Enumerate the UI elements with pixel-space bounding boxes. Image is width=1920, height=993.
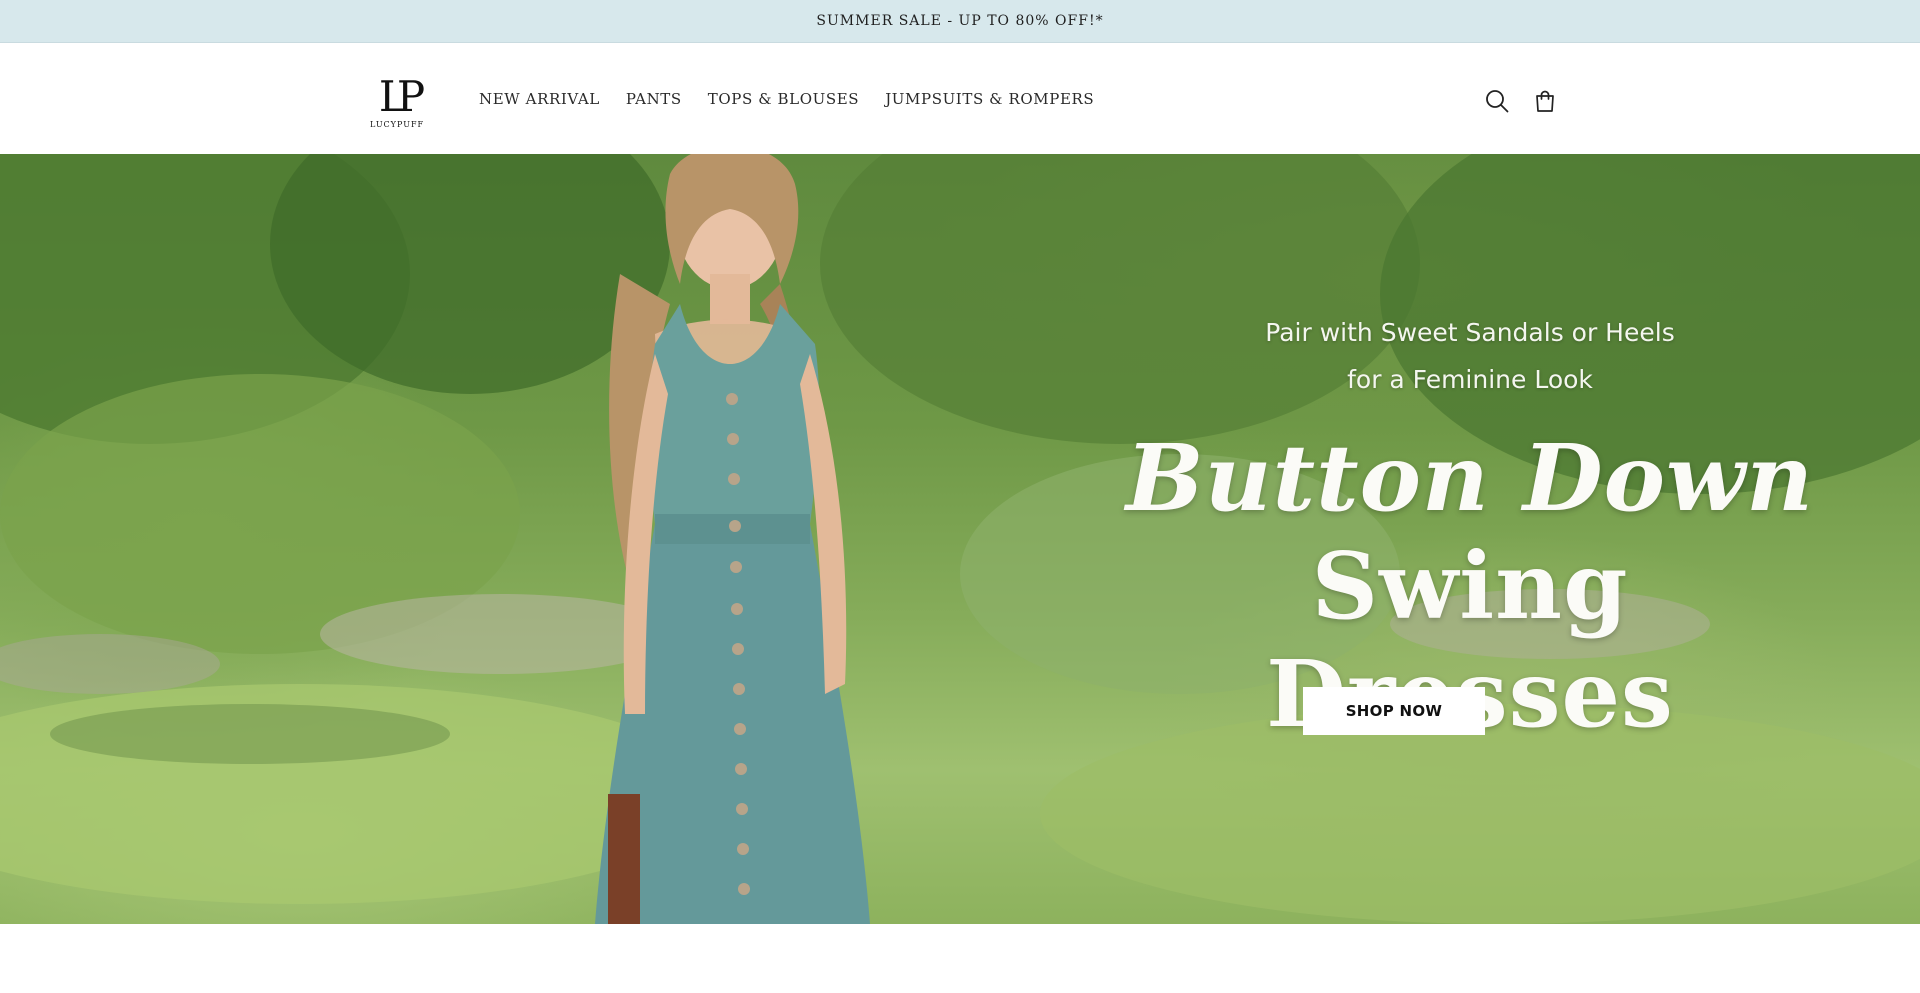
- search-icon: [1486, 90, 1509, 113]
- logo-name: LUCYPUFF: [369, 120, 425, 129]
- hero-title-line1: Button Down: [1125, 424, 1815, 532]
- nav-jumpsuits-rompers[interactable]: JUMPSUITS & ROMPERS: [885, 87, 1094, 111]
- search-button[interactable]: [1483, 87, 1511, 115]
- model-figure: [595, 154, 870, 924]
- announcement-text: SUMMER SALE - UP TO 80% OFF!*: [816, 13, 1104, 29]
- hero-banner[interactable]: Pair with Sweet Sandals or Heels for a F…: [0, 154, 1920, 924]
- nav-new-arrival[interactable]: NEW ARRIVAL: [479, 87, 600, 111]
- logo-mark: LP: [378, 72, 425, 121]
- shop-now-button[interactable]: SHOP NOW: [1303, 687, 1485, 735]
- site-header: LP LUCYPUFF NEW ARRIVAL PANTS TOPS & BLO…: [0, 43, 1920, 154]
- announcement-bar: SUMMER SALE - UP TO 80% OFF!*: [0, 0, 1920, 43]
- nav-pants[interactable]: PANTS: [626, 87, 682, 111]
- hero-subtitle-line2: for a Feminine Look: [1347, 365, 1593, 394]
- hero-subtitle: Pair with Sweet Sandals or Heels for a F…: [1180, 309, 1760, 403]
- nav-tops-blouses[interactable]: TOPS & BLOUSES: [708, 87, 859, 111]
- cart-button[interactable]: [1531, 87, 1559, 115]
- cart-icon: [1536, 90, 1554, 112]
- main-nav: NEW ARRIVAL PANTS TOPS & BLOUSES JUMPSUI…: [479, 87, 1094, 111]
- hero-subtitle-line1: Pair with Sweet Sandals or Heels: [1265, 318, 1675, 347]
- brand-logo[interactable]: LP LUCYPUFF: [366, 76, 428, 132]
